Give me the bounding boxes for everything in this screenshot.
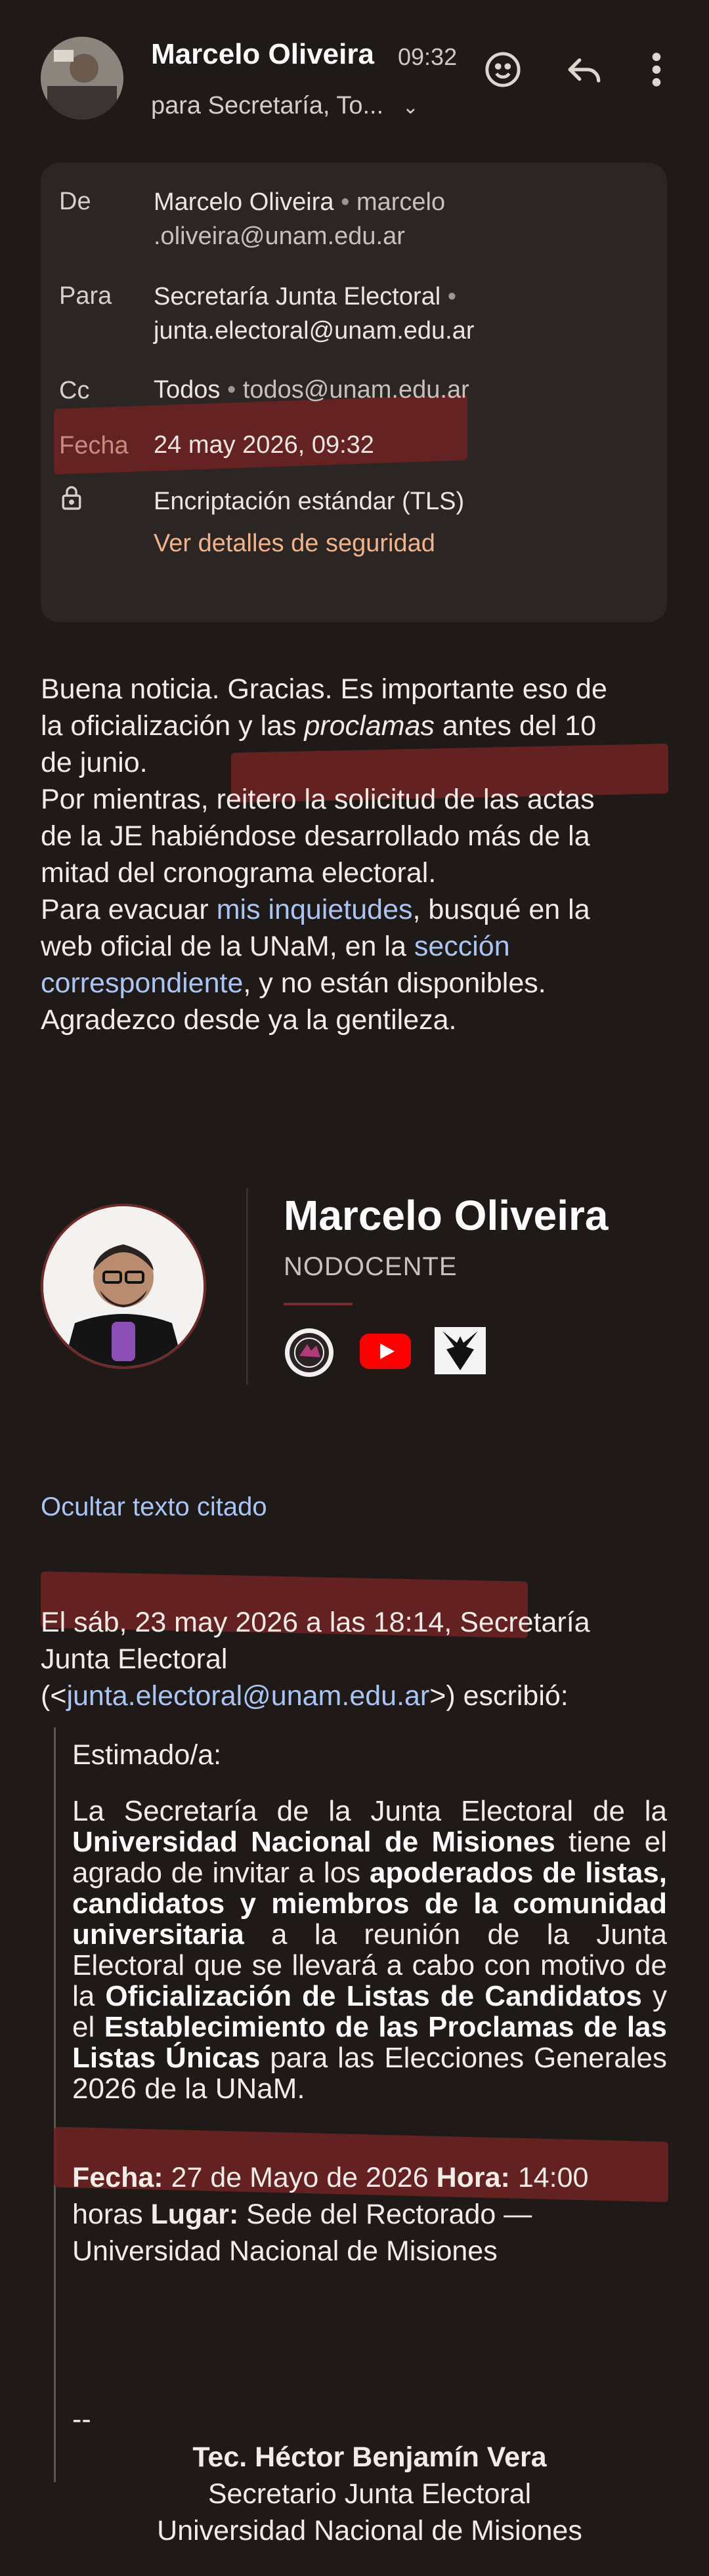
body-line: correspondiente, y no están disponibles. bbox=[41, 967, 546, 999]
encryption-info: Encriptación estándar (TLS) bbox=[154, 488, 465, 515]
cc-name: Todos bbox=[154, 376, 221, 404]
message-body: Buena noticia. Gracias. Es importante es… bbox=[41, 671, 691, 1038]
cc-value: Todos • todos@unam.edu.ar bbox=[154, 373, 469, 407]
signature-photo bbox=[41, 1204, 206, 1369]
from-label: De bbox=[59, 188, 91, 215]
emphasis: proclamas bbox=[304, 710, 435, 742]
from-value: Marcelo Oliveira • marcelo .oliveira@una… bbox=[154, 185, 445, 253]
reply-icon bbox=[568, 58, 601, 83]
body-line: la oficialización y las proclamas antes … bbox=[41, 710, 597, 742]
to-value: Secretaría Junta Electoral • junta.elect… bbox=[154, 280, 475, 348]
body-line: Para evacuar mis inquietudes, busqué en … bbox=[41, 894, 590, 925]
hide-quoted-text-label: Ocultar texto citado bbox=[41, 1492, 267, 1521]
meeting-place-line: horas Lugar: Sede del Rectorado — bbox=[72, 2199, 532, 2230]
separator: • bbox=[341, 188, 350, 216]
quote-greeting: Estimado/a: bbox=[72, 1739, 222, 1771]
meeting-place-line: Universidad Nacional de Misiones bbox=[72, 2235, 498, 2267]
institution-logo-icon[interactable] bbox=[284, 1327, 335, 1382]
quoted-signature-role: Secretario Junta Electoral bbox=[207, 2478, 532, 2510]
emoji-icon bbox=[485, 52, 521, 87]
quoted-signature-name: Tec. Héctor Benjamín Vera bbox=[192, 2441, 547, 2473]
signature-role: NODOCENTE bbox=[284, 1252, 458, 1281]
quote-paragraph: La Secretaría de la Junta Electoral de l… bbox=[72, 1795, 667, 2105]
sent-time: 09:32 bbox=[398, 43, 458, 70]
cc-label: Cc bbox=[59, 377, 90, 404]
signature-divider bbox=[246, 1188, 248, 1385]
recipients-summary: para Secretaría, To... bbox=[151, 92, 384, 119]
sender-name: Marcelo Oliveira bbox=[151, 38, 374, 70]
union-logo-icon[interactable] bbox=[435, 1327, 486, 1378]
separator: • bbox=[226, 376, 236, 404]
quoted-signature-org: Universidad Nacional de Misiones bbox=[157, 2515, 582, 2546]
signature-accent-rule bbox=[284, 1303, 353, 1305]
seccion-link[interactable]: sección bbox=[414, 931, 510, 962]
to-label: Para bbox=[59, 282, 112, 310]
to-name: Secretaría Junta Electoral bbox=[154, 283, 441, 310]
from-name: Marcelo Oliveira bbox=[154, 188, 334, 216]
separator: • bbox=[447, 283, 457, 310]
cc-email: todos@unam.edu.ar bbox=[242, 376, 469, 404]
lock-icon bbox=[60, 484, 83, 514]
junta-email-link[interactable]: junta.electoral@unam.edu.ar bbox=[66, 1680, 429, 1712]
signature-dashes: -- bbox=[72, 2403, 91, 2435]
meeting-details: Fecha: 27 de Mayo de 2026 Hora: 14:00 ho… bbox=[72, 2159, 667, 2270]
date-label: Fecha bbox=[59, 432, 129, 459]
body-line: de junio. bbox=[41, 747, 148, 778]
inquietudes-link[interactable]: mis inquietudes bbox=[217, 894, 413, 925]
body-line: Buena noticia. Gracias. Es importante es… bbox=[41, 673, 607, 705]
meeting-date-line: Fecha: 27 de Mayo de 2026 Hora: 14:00 bbox=[72, 2162, 589, 2193]
more-vert-icon bbox=[652, 53, 661, 87]
from-email-part2: .oliveira@unam.edu.ar bbox=[154, 222, 405, 250]
youtube-icon[interactable] bbox=[360, 1332, 411, 1374]
body-line: web oficial de la UNaM, en la sección bbox=[41, 931, 510, 962]
recipients-toggle[interactable]: para Secretaría, To... ⌄ bbox=[151, 92, 419, 120]
quoted-signature: Tec. Héctor Benjamín Vera Secretario Jun… bbox=[72, 2439, 667, 2549]
date-value: 24 may 2026, 09:32 bbox=[154, 431, 374, 459]
quote-header: El sáb, 23 may 2026 a las 18:14, Secreta… bbox=[41, 1604, 590, 1714]
body-line: Agradezco desde ya la gentileza. bbox=[41, 1004, 457, 1036]
from-email-part1: marcelo bbox=[356, 188, 446, 216]
add-reaction-button[interactable] bbox=[477, 43, 529, 96]
quote-bar bbox=[54, 1727, 56, 2482]
chevron-down-icon: ⌄ bbox=[402, 96, 419, 118]
quote-intro-line: Junta Electoral bbox=[41, 1643, 228, 1675]
body-line: mitad del cronograma electoral. bbox=[41, 857, 437, 889]
signature-name: Marcelo Oliveira bbox=[284, 1192, 609, 1239]
security-details-link[interactable]: Ver detalles de seguridad bbox=[154, 526, 435, 560]
more-options-button[interactable] bbox=[630, 43, 683, 96]
reply-button[interactable] bbox=[558, 43, 611, 96]
quote-intro-line: (<junta.electoral@unam.edu.ar>) escribió… bbox=[41, 1680, 569, 1712]
hide-quoted-text-link[interactable]: Ocultar texto citado bbox=[41, 1492, 267, 1522]
to-email: junta.electoral@unam.edu.ar bbox=[154, 317, 475, 345]
sender-avatar[interactable] bbox=[41, 37, 123, 119]
quote-intro-line: El sáb, 23 may 2026 a las 18:14, Secreta… bbox=[41, 1607, 590, 1638]
body-line: Por mientras, reitero la solicitud de la… bbox=[41, 784, 595, 815]
correspondiente-link[interactable]: correspondiente bbox=[41, 967, 243, 999]
body-line: de la JE habiéndose desarrollado más de … bbox=[41, 820, 590, 852]
